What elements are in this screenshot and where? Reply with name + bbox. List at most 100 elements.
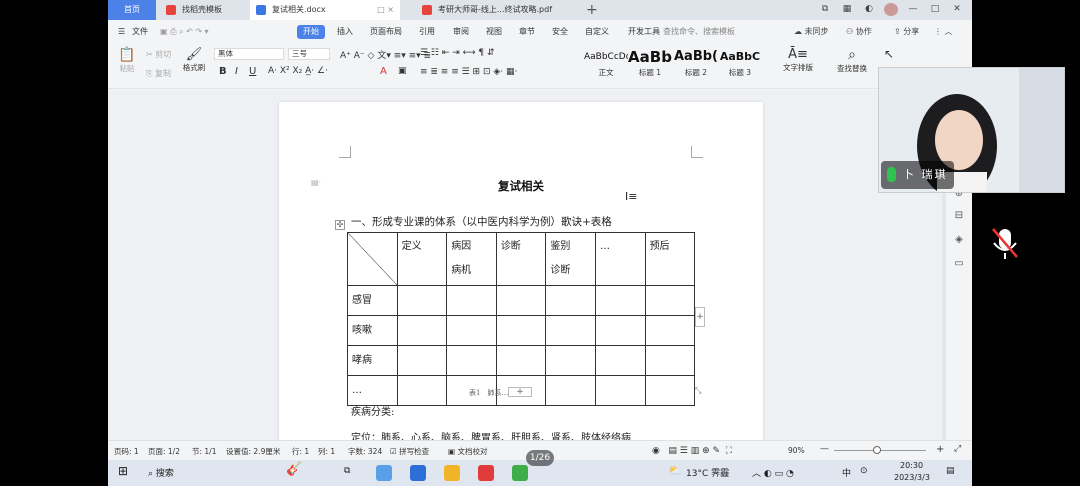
zoom-out-button[interactable]: — bbox=[820, 444, 829, 454]
italic-icon[interactable]: I bbox=[235, 66, 238, 77]
fullscreen-icon[interactable]: ⤢ bbox=[954, 444, 961, 454]
style-heading2[interactable]: AaBb( 标题 2 bbox=[674, 47, 718, 81]
style-heading3[interactable]: AaBbC 标题 3 bbox=[718, 47, 762, 81]
table-header-cell[interactable]: 鉴别 诊断 bbox=[545, 232, 596, 286]
zoom-in-button[interactable]: + bbox=[936, 444, 944, 455]
table-cell[interactable] bbox=[495, 285, 547, 316]
table-cell[interactable] bbox=[545, 285, 596, 316]
menu-chapter[interactable]: 章节 bbox=[519, 25, 535, 39]
quick-access-icons[interactable]: ▣ ⎙ ⌕ ↶ ↷ ▾ bbox=[160, 25, 209, 39]
style-heading1[interactable]: AaBb 标题 1 bbox=[628, 47, 672, 81]
table-cell[interactable] bbox=[594, 375, 646, 406]
copy-button[interactable]: ⎘ 复制 bbox=[146, 68, 171, 79]
layout-icon[interactable]: ⧉ bbox=[818, 3, 832, 16]
taskbar-search[interactable]: ⌕ 搜索 bbox=[148, 466, 174, 479]
clock-date[interactable]: 2023/3/3 bbox=[894, 473, 930, 482]
cut-button[interactable]: ✂ 剪切 bbox=[146, 49, 171, 60]
table-cell[interactable] bbox=[545, 315, 596, 346]
folder-icon[interactable] bbox=[444, 465, 460, 481]
more-icon[interactable]: ⋮ ︿ bbox=[934, 26, 953, 37]
paragraph-tools-row1[interactable]: ☰ ☷ ⇤ ⇥ ⟷ ¶ ⇵ bbox=[420, 48, 495, 58]
ime-indicator[interactable]: 中 bbox=[842, 466, 851, 479]
table-cell[interactable] bbox=[545, 375, 596, 406]
menu-layout[interactable]: 页面布局 bbox=[370, 25, 402, 39]
table-move-handle[interactable]: ✣ bbox=[335, 220, 345, 230]
task-view-icon[interactable]: ⧉ bbox=[344, 466, 350, 476]
style-normal[interactable]: AaBbCcDd 正文 bbox=[584, 47, 628, 81]
table-cell[interactable]: 感冒 bbox=[347, 285, 398, 316]
table-resize-icon[interactable]: ⤡ bbox=[695, 386, 701, 396]
table-cell[interactable] bbox=[396, 285, 448, 316]
format-painter-button[interactable]: 🖌 格式刷 bbox=[180, 47, 208, 73]
zoom-slider-knob[interactable] bbox=[873, 446, 881, 454]
underline-icon[interactable]: U bbox=[249, 66, 256, 77]
table-corner-cell[interactable] bbox=[347, 232, 398, 286]
select-icon[interactable]: ↖ bbox=[884, 47, 894, 61]
menu-review[interactable]: 审阅 bbox=[453, 25, 469, 39]
skin-icon[interactable]: ◐ bbox=[862, 3, 876, 16]
table-cell[interactable] bbox=[545, 345, 596, 376]
sync-status[interactable]: ☁ 未同步 bbox=[794, 26, 829, 37]
table-cell[interactable] bbox=[495, 345, 547, 376]
zoom-level[interactable]: 90% bbox=[788, 446, 805, 455]
table-cell[interactable]: 哮病 bbox=[347, 345, 398, 376]
collab-button[interactable]: ⚇ 协作 bbox=[846, 26, 872, 37]
location-icon[interactable]: ◈ bbox=[952, 234, 966, 248]
wechat-icon[interactable] bbox=[512, 465, 528, 481]
share-button[interactable]: ⇪ 分享 bbox=[894, 26, 919, 37]
document-page[interactable]: ▤· 复试相关 I≡ ✣ 一、形成专业课的体系（以中医内科学为例）歌诀+表格 定… bbox=[279, 102, 763, 462]
add-column-button[interactable]: + bbox=[695, 307, 705, 327]
close-button[interactable]: ✕ bbox=[950, 3, 964, 16]
table-header-cell[interactable]: 预后 bbox=[644, 232, 696, 286]
table-cell[interactable] bbox=[594, 285, 646, 316]
menu-view[interactable]: 视图 bbox=[486, 25, 502, 39]
weather-text[interactable]: 13°C 霁霾 bbox=[686, 466, 729, 479]
menu-icon[interactable]: ☰ bbox=[118, 25, 125, 39]
webcam-overlay[interactable]: 卜 瑞琪 bbox=[878, 67, 1065, 193]
font-color-icon[interactable]: A bbox=[380, 66, 387, 77]
knowledge-table[interactable]: 定义 病因 病机 诊断 鉴别 诊断 … 预后 感冒 咳嗽 哮病 … bbox=[347, 232, 696, 406]
add-tab-button[interactable]: + bbox=[586, 0, 598, 20]
font-size-select[interactable]: 三号 bbox=[288, 48, 330, 60]
table-cell[interactable] bbox=[644, 285, 696, 316]
table-header-cell[interactable]: 病因 病机 bbox=[446, 232, 497, 286]
mic-muted-button[interactable] bbox=[977, 215, 1033, 271]
ime-icon[interactable]: ⊙ bbox=[860, 466, 868, 476]
table-cell[interactable] bbox=[644, 375, 696, 406]
table-cell[interactable] bbox=[396, 375, 448, 406]
table-cell[interactable]: … bbox=[347, 375, 398, 406]
wps-icon[interactable] bbox=[478, 465, 494, 481]
table-cell[interactable] bbox=[446, 315, 497, 346]
tab-home[interactable]: 首页 bbox=[108, 0, 156, 20]
app-icon[interactable] bbox=[410, 465, 426, 481]
menu-custom[interactable]: 自定义 bbox=[585, 25, 609, 39]
font-name-select[interactable]: 黑体 bbox=[214, 48, 284, 60]
table-header-cell[interactable]: … bbox=[594, 232, 646, 286]
menu-security[interactable]: 安全 bbox=[552, 25, 568, 39]
menu-reference[interactable]: 引用 bbox=[419, 25, 435, 39]
table-cell[interactable]: 咳嗽 bbox=[347, 315, 398, 346]
paste-button[interactable]: 📋 粘贴 bbox=[116, 47, 138, 74]
table-cell[interactable] bbox=[396, 315, 448, 346]
table-header-cell[interactable]: 诊断 bbox=[495, 232, 547, 286]
windows-start-icon[interactable]: ⊞ bbox=[118, 464, 128, 478]
paragraph-tools-row2[interactable]: ≡ ≣ ≡ ≡ ☰ ⊞ ⊡ ◈· ▦· bbox=[420, 67, 517, 77]
table-cell[interactable] bbox=[644, 315, 696, 346]
tab-pdf[interactable]: 考研大师哥-线上...终试攻略.pdf bbox=[416, 0, 581, 20]
table-cell[interactable] bbox=[396, 345, 448, 376]
table-cell[interactable] bbox=[594, 315, 646, 346]
font-effects-icons[interactable]: A· X² X₂ A̲· ∠· bbox=[268, 66, 328, 76]
table-cell[interactable] bbox=[644, 345, 696, 376]
grid-icon[interactable]: ▦ bbox=[840, 3, 854, 16]
bold-icon[interactable]: B bbox=[219, 66, 227, 77]
status-words[interactable]: 字数: 324 bbox=[348, 446, 382, 457]
tab-document[interactable]: 复试相关.docx □ × bbox=[250, 0, 400, 20]
table-cell[interactable] bbox=[446, 345, 497, 376]
book-icon[interactable]: ▭ bbox=[952, 258, 966, 272]
menu-insert[interactable]: 插入 bbox=[337, 25, 353, 39]
command-search[interactable]: ⌕ 查找命令、搜索模板 bbox=[656, 26, 735, 37]
font-size-tools[interactable]: A⁺ A⁻ ◇ 文▾ ≡▾ ≡▾ ≣ bbox=[340, 48, 431, 61]
doc-proofread-button[interactable]: ▣ 文档校对 bbox=[448, 446, 487, 457]
view-mode-icons[interactable]: ◉ ▤ ☰ ▥ ⊕ ✎ ⛶ bbox=[652, 446, 732, 456]
tab-docer-templates[interactable]: 找稻壳模板 bbox=[160, 0, 246, 20]
